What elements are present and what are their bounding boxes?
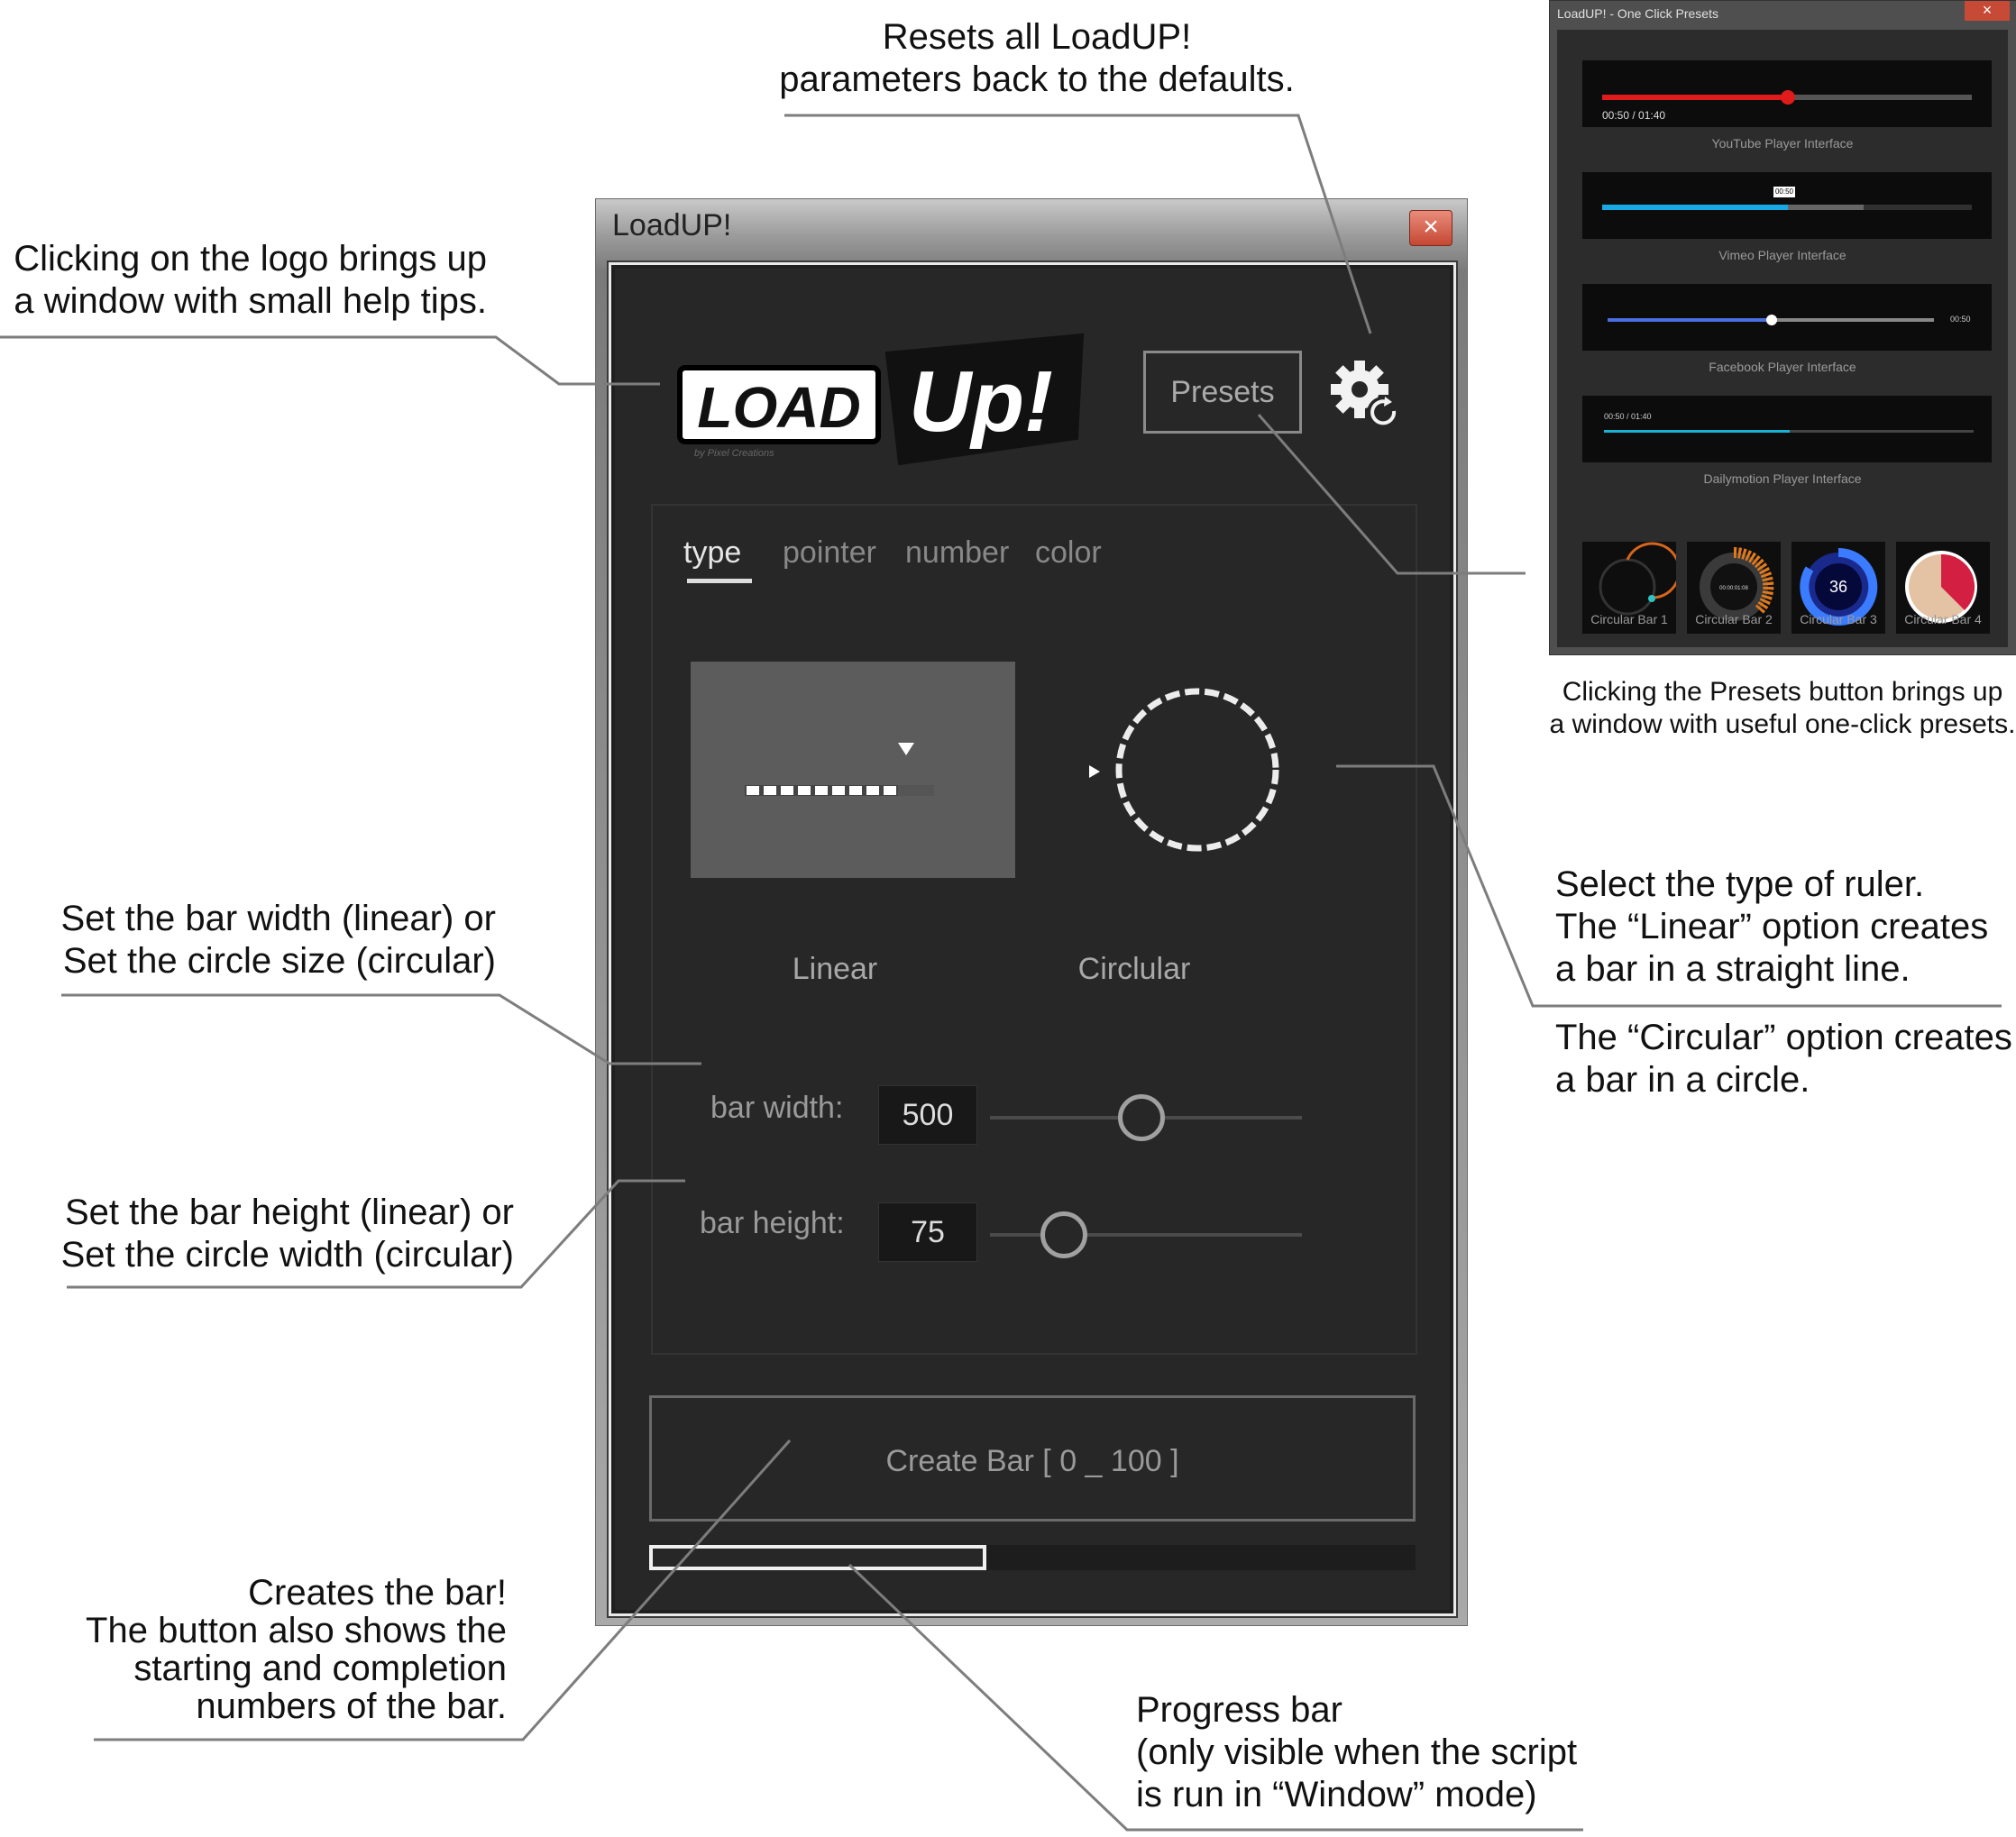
tab-pointer[interactable]: pointer [783, 535, 876, 571]
preset-vimeo[interactable]: 00:50 [1582, 172, 1992, 239]
type-circular-label: Circlular [1077, 952, 1191, 986]
logo-up-text: Up! [909, 353, 1053, 450]
preset-circular-4-label: Circular Bar 4 [1904, 612, 1982, 626]
preset-youtube-label: YouTube Player Interface [1711, 136, 1854, 151]
linear-preview-icon [745, 743, 934, 796]
bar-height-label: bar height: [700, 1206, 845, 1240]
progress-bar [649, 1545, 1416, 1570]
preset-facebook[interactable]: 00:50 [1582, 284, 1992, 351]
preset-circular-3-label: Circular Bar 3 [1800, 612, 1877, 626]
logo-byline: by Pixel Creations [694, 448, 774, 459]
annotation-height: Set the bar height (linear) or Set the c… [60, 1193, 514, 1275]
type-linear-option[interactable] [691, 662, 1015, 878]
vimeo-time: 00:50 [1773, 187, 1795, 197]
progress-bar-fill [649, 1545, 986, 1570]
presets-button[interactable]: Presets [1143, 351, 1302, 434]
tab-active-underline [687, 579, 752, 583]
preset-circular-2-label: Circular Bar 2 [1695, 612, 1773, 626]
annotation-logo: Clicking on the logo brings up a window … [14, 239, 487, 321]
reset-gear-icon[interactable] [1324, 353, 1405, 434]
tab-color[interactable]: color [1035, 535, 1102, 571]
annotation-progress: Progress bar (only visible when the scri… [1136, 1690, 1578, 1814]
presets-window: LoadUP! - One Click Presets × 00:50 / 01… [1549, 0, 2016, 655]
type-circular-option[interactable] [1080, 671, 1306, 878]
loadup-logo[interactable]: LOAD Up! by Pixel Creations [674, 330, 1098, 465]
window-title: LoadUP! [612, 208, 732, 242]
close-button[interactable]: × [1409, 210, 1452, 246]
logo-load-text: LOAD [697, 375, 860, 440]
bar-height-slider-knob[interactable] [1040, 1211, 1087, 1258]
bar-width-label: bar width: [710, 1091, 844, 1125]
presets-close-button[interactable]: × [1965, 1, 2010, 21]
dailymotion-time: 00:50 / 01:40 [1604, 412, 1652, 421]
loadup-panel: LOAD Up! by Pixel Creations Presets type [609, 262, 1456, 1616]
facebook-time: 00:50 [1950, 315, 1971, 324]
preset-circular-3-value: 36 [1829, 578, 1847, 596]
tab-number[interactable]: number [905, 535, 1009, 571]
annotation-circular: The “Circular” option creates a bar in a… [1555, 1018, 2012, 1100]
create-bar-button[interactable]: Create Bar [ 0 _ 100 ] [649, 1395, 1416, 1522]
circular-selector-arrow-icon [1089, 765, 1100, 778]
preset-vimeo-label: Vimeo Player Interface [1718, 248, 1846, 262]
bar-height-slider[interactable] [990, 1233, 1302, 1237]
type-linear-label: Linear [792, 952, 878, 986]
annotation-presets: Clicking the Presets button brings up a … [1549, 677, 2016, 739]
loadup-window: LoadUP! × LOAD Up! by Pixel Creations Pr… [595, 198, 1468, 1626]
preset-circular-1-label: Circular Bar 1 [1590, 612, 1668, 626]
preset-dailymotion-label: Dailymotion Player Interface [1703, 471, 1862, 486]
youtube-time: 00:50 / 01:40 [1602, 109, 1666, 122]
annotation-width: Set the bar width (linear) or Set the ci… [60, 899, 496, 981]
annotation-reset: Resets all LoadUP! parameters back to th… [779, 17, 1295, 99]
presets-list: 00:50 / 01:40 YouTube Player Interface 0… [1557, 30, 2008, 647]
callout-line-logo [0, 335, 660, 386]
annotation-create: Creates the bar! The button also shows t… [86, 1573, 507, 1726]
annotation-type: Select the type of ruler. The “Linear” o… [1555, 864, 1989, 989]
preset-dailymotion[interactable]: 00:50 / 01:40 [1582, 396, 1992, 462]
bar-height-input[interactable]: 75 [878, 1202, 977, 1262]
presets-window-title: LoadUP! - One Click Presets [1557, 6, 1718, 21]
preset-facebook-label: Facebook Player Interface [1709, 360, 1856, 374]
tab-type[interactable]: type [683, 535, 741, 571]
preset-youtube[interactable]: 00:50 / 01:40 [1582, 60, 1992, 127]
bar-width-input[interactable]: 500 [878, 1085, 977, 1145]
bar-width-slider-knob[interactable] [1118, 1094, 1165, 1141]
circular-preview-icon [1115, 688, 1279, 852]
preset-circular-2-time: 00:00:01:08 [1719, 586, 1748, 591]
